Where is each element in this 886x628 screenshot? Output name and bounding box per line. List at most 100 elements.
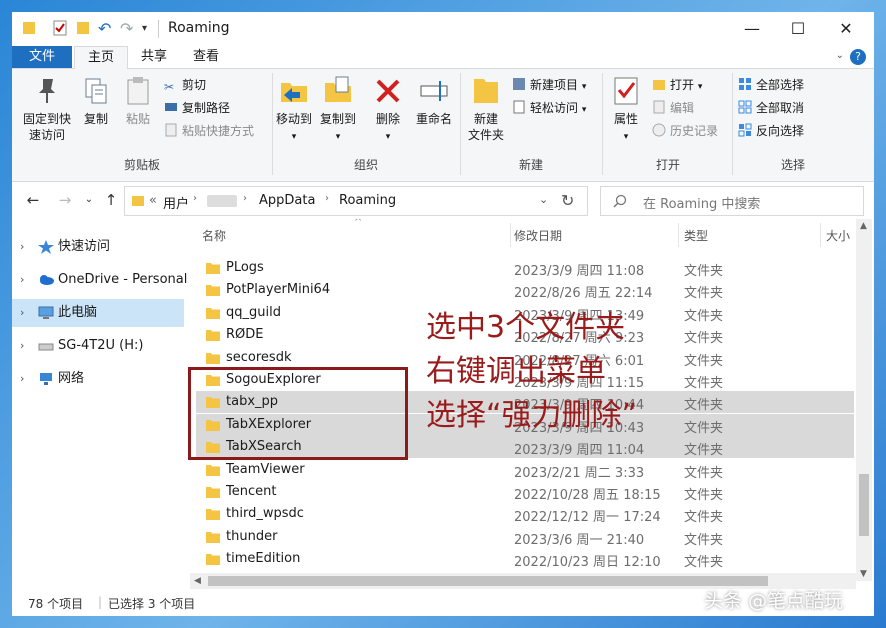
invert-selection-button[interactable]: 反向选择 (738, 123, 804, 139)
group-divider (460, 73, 461, 175)
redo-icon[interactable]: ↷ (120, 20, 133, 38)
open-group-label: 打开 (655, 158, 680, 172)
cloud-icon (40, 275, 54, 285)
chevron-right-icon[interactable]: › (20, 266, 24, 294)
properties-button[interactable]: 属性 ▾ (606, 75, 646, 145)
chevron-right-icon[interactable]: › (193, 193, 197, 204)
tab-home[interactable]: 主页 (74, 46, 128, 69)
breadcrumb-roaming[interactable]: Roaming (339, 193, 396, 208)
customize-qa-dropdown-icon[interactable]: ▾ (142, 20, 147, 38)
nav-item-onedrive[interactable]: › OneDrive - Personal (12, 266, 188, 294)
copy-path-button[interactable]: 复制路径 (164, 100, 230, 116)
undo-icon[interactable]: ↶ (98, 20, 111, 38)
vertical-scroll-thumb[interactable] (859, 474, 869, 536)
edit-button[interactable]: 编辑 (652, 100, 694, 116)
title-separator (158, 20, 159, 38)
table-row[interactable]: timeEdition 2022/10/23 周日 12:10 文件夹 (196, 548, 854, 570)
nav-item-drive-h[interactable]: › SG-4T2U (H:) (12, 332, 184, 360)
new-folder-qa-icon[interactable] (76, 20, 90, 36)
table-row[interactable]: TeamViewer 2023/2/21 周二 3:33 文件夹 (196, 459, 854, 481)
move-to-button[interactable]: 移动到 ▾ (274, 75, 314, 145)
nav-item-network[interactable]: › 网络 (12, 365, 184, 393)
cut-button[interactable]: ✂ 剪切 (164, 77, 206, 94)
history-label: 历史记录 (670, 124, 719, 138)
folder-icon (23, 22, 35, 34)
address-dropdown-icon[interactable]: ⌄ (539, 193, 548, 206)
table-row[interactable]: third_wpsdc 2022/12/12 周一 17:24 文件夹 (196, 503, 854, 525)
nav-item-quick-access[interactable]: › 快速访问 (12, 233, 184, 261)
table-row[interactable]: Tencent 2022/10/28 周五 18:15 文件夹 (196, 481, 854, 503)
overflow-crumb[interactable]: « (149, 193, 157, 208)
expand-ribbon-icon[interactable]: ⌄ (836, 50, 844, 61)
breadcrumb-users[interactable]: 用户 (163, 193, 189, 212)
easy-access-button[interactable]: 轻松访问 ▾ (512, 100, 586, 118)
back-icon[interactable]: ← (22, 188, 44, 212)
history-button[interactable]: 历史记录 (652, 123, 718, 139)
rename-button[interactable]: 重命名 (412, 75, 456, 127)
scroll-left-icon[interactable]: ◀ (194, 576, 201, 586)
properties-qa-icon[interactable] (52, 20, 68, 36)
table-row[interactable]: thunder 2023/3/6 周一 21:40 文件夹 (196, 526, 854, 548)
window-title: Roaming (168, 20, 230, 36)
chevron-right-icon[interactable]: › (20, 332, 24, 360)
recent-locations-icon[interactable]: ⌄ (78, 188, 100, 212)
column-header-name[interactable]: 名称 (202, 227, 226, 244)
breadcrumb-appdata[interactable]: AppData (259, 193, 315, 208)
table-row[interactable]: PotPlayerMini64 2022/8/26 周五 22:14 文件夹 (196, 279, 854, 301)
column-header-type[interactable]: 类型 (684, 227, 708, 244)
chevron-right-icon[interactable]: › (243, 193, 247, 204)
maximize-button[interactable]: ☐ (774, 12, 822, 46)
refresh-icon[interactable]: ↻ (561, 191, 574, 210)
select-all-button[interactable]: 全部选择 (738, 77, 804, 93)
file-name: PLogs (226, 260, 264, 275)
chevron-right-icon[interactable]: › (20, 299, 24, 327)
delete-button[interactable]: 删除 ▾ (368, 75, 408, 145)
explorer-window: ↶ ↷ ▾ Roaming — ☐ ✕ 文件 主页 共享 查看 ⌄ ? 固定到快… (12, 12, 874, 616)
folder-icon (206, 554, 220, 566)
column-divider[interactable] (820, 223, 821, 247)
minimize-button[interactable]: — (728, 12, 776, 46)
scroll-up-icon[interactable]: ▲ (860, 221, 867, 231)
table-row[interactable]: PLogs 2023/3/9 周四 11:08 文件夹 (196, 257, 854, 279)
chevron-right-icon[interactable]: › (20, 233, 24, 261)
pin-quick-access-button[interactable]: 固定到快 速访问 (18, 75, 76, 143)
paste-button[interactable]: 粘贴 (120, 75, 156, 127)
select-group-label: 选择 (780, 158, 805, 172)
tab-share[interactable]: 共享 (130, 46, 178, 68)
select-none-button[interactable]: 全部取消 (738, 100, 804, 116)
address-bar[interactable]: « 用户 › › AppData › Roaming ⌄ ↻ (124, 186, 588, 216)
file-name: qq_guild (226, 304, 281, 320)
search-placeholder: 在 Roaming 中搜索 (643, 197, 761, 212)
chevron-right-icon[interactable]: › (325, 193, 329, 204)
new-folder-button[interactable]: 新建 文件夹 (464, 75, 508, 143)
delete-dropdown-icon: ▾ (385, 132, 391, 142)
vertical-scrollbar[interactable]: ▲ ▼ (856, 219, 872, 581)
open-button[interactable]: 打开 ▾ (652, 77, 702, 95)
copy-to-button[interactable]: 复制到 ▾ (318, 75, 358, 145)
column-header-size[interactable]: 大小 (826, 227, 850, 244)
scroll-down-icon[interactable]: ▼ (860, 569, 867, 579)
column-divider[interactable] (678, 223, 679, 247)
open-folder-icon (653, 80, 665, 90)
tab-file[interactable]: 文件 (12, 46, 72, 68)
tab-view[interactable]: 查看 (182, 46, 230, 68)
search-box[interactable]: 在 Roaming 中搜索 (600, 186, 864, 216)
nav-label: OneDrive - Personal (58, 272, 188, 287)
copy-button[interactable]: 复制 (78, 75, 114, 127)
nav-item-this-pc[interactable]: › 此电脑 (12, 299, 184, 327)
paste-shortcut-button[interactable]: 粘贴快捷方式 (164, 123, 254, 139)
new-item-button[interactable]: 新建项目 ▾ (512, 77, 586, 95)
help-icon[interactable]: ? (850, 49, 866, 65)
column-divider[interactable] (510, 223, 511, 247)
select-all-icon (739, 78, 751, 90)
close-button[interactable]: ✕ (822, 12, 870, 46)
column-header-date[interactable]: 修改日期 (514, 227, 562, 244)
paste-label: 粘贴 (125, 112, 150, 126)
file-name: Tencent (226, 484, 277, 499)
forward-icon[interactable]: → (54, 188, 76, 212)
chevron-right-icon[interactable]: › (20, 365, 24, 393)
select-none-icon (738, 100, 752, 114)
annotation-line-1: 选中3个文件夹 (426, 310, 626, 345)
horizontal-scroll-thumb[interactable] (208, 576, 768, 586)
up-icon[interactable]: ↑ (100, 188, 122, 212)
